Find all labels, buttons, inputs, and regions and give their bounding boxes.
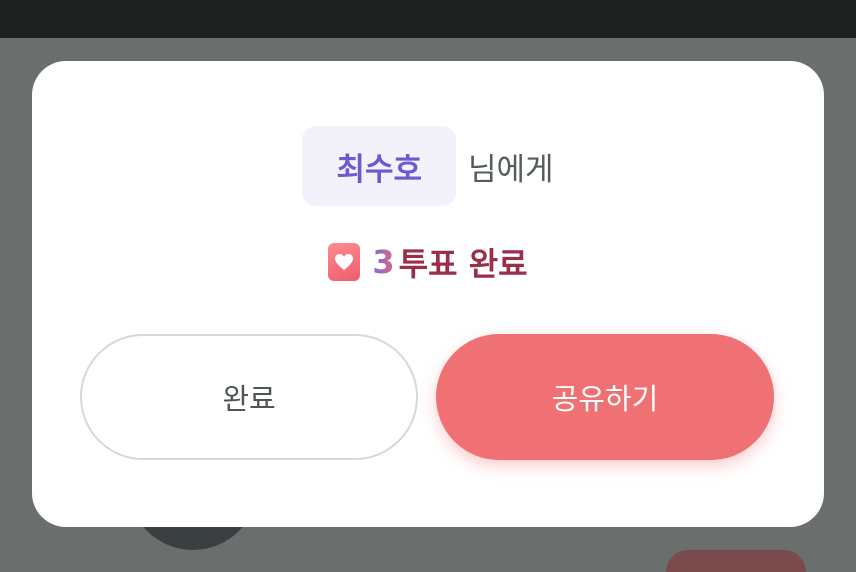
recipient-suffix: 님에게 bbox=[468, 151, 554, 188]
recipient-row: 최수호 님에게 bbox=[32, 125, 824, 207]
recipient-name-chip: 최수호 bbox=[302, 126, 456, 206]
vote-complete-dialog: 최수호 님에게 3 투표 완료 완료 공유하기 bbox=[32, 61, 824, 527]
done-button-label: 완료 bbox=[222, 382, 276, 416]
share-button-label: 공유하기 bbox=[551, 382, 659, 416]
status-bar bbox=[0, 0, 856, 38]
vote-status: 3 투표 완료 bbox=[32, 237, 824, 287]
done-button[interactable]: 완료 bbox=[80, 334, 418, 460]
share-button[interactable]: 공유하기 bbox=[436, 334, 774, 460]
vote-label: 투표 완료 bbox=[398, 245, 528, 283]
heart-icon bbox=[328, 243, 361, 281]
recipient-name: 최수호 bbox=[336, 151, 422, 188]
background-button bbox=[666, 550, 806, 572]
vote-count: 3 bbox=[372, 243, 395, 281]
